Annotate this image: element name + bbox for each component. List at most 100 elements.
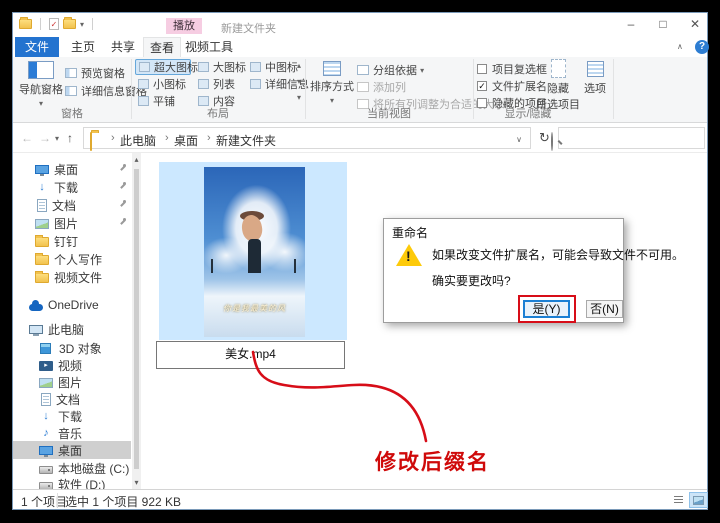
group-label-panes: 窗格 <box>15 105 129 121</box>
sidebar-item-documents-quick[interactable]: 文档 <box>13 196 131 214</box>
folder-icon[interactable] <box>63 19 76 29</box>
sidebar-item-onedrive[interactable]: OneDrive <box>13 296 131 314</box>
recent-locations-icon[interactable]: ▾ <box>55 134 59 143</box>
back-icon[interactable]: ← <box>21 131 33 145</box>
address-dropdown-icon[interactable]: ∨ <box>516 135 522 144</box>
preview-pane-button[interactable]: 预览窗格 <box>65 65 125 81</box>
ribbon: 导航窗格 ▾ 预览窗格 详细信息窗格 窗格 超大图标 大图标 中图标 小图标 列… <box>13 57 707 123</box>
desktop-icon <box>39 446 53 455</box>
annotation-highlight-box <box>518 295 576 323</box>
large-icons-icon <box>198 62 209 72</box>
rename-dialog: 重命名 如果改变文件扩展名，可能会导致文件不可用。 确实要更改吗? 是(Y) 否… <box>383 218 624 323</box>
pin-icon <box>119 183 127 191</box>
view-list[interactable]: 列表 <box>195 76 243 92</box>
sidebar-item-videos[interactable]: ▸视频 <box>13 356 131 374</box>
layout-scroll-down-icon[interactable]: ▾ <box>297 77 301 86</box>
search-icon <box>551 132 553 151</box>
3d-objects-icon <box>40 343 51 354</box>
sidebar-scrollbar[interactable]: ▴ ▾ <box>132 153 141 489</box>
search-box[interactable] <box>558 127 705 149</box>
layout-scroll-up-icon[interactable]: ▴ <box>297 61 301 70</box>
sidebar-item-downloads-quick[interactable]: ↓下载 <box>13 178 131 196</box>
group-separator <box>305 59 306 119</box>
sidebar-item-this-pc[interactable]: 此电脑 <box>13 320 131 338</box>
help-icon[interactable]: ? <box>695 40 709 54</box>
navigation-sidebar: 桌面 ↓下载 文档 图片 钉钉 个人写作 视频文件 OneDrive 此电脑 3… <box>13 153 141 489</box>
view-large-icons[interactable]: 大图标 <box>195 59 243 75</box>
sidebar-item-documents[interactable]: 文档 <box>13 390 131 408</box>
breadcrumb-new-folder[interactable]: 新建文件夹 <box>216 132 276 149</box>
sidebar-item-3d-objects[interactable]: 3D 对象 <box>13 339 131 357</box>
checkmark-doc-icon[interactable]: ✓ <box>49 18 59 30</box>
checkbox-unchecked-icon <box>477 64 487 74</box>
view-small-icons[interactable]: 小图标 <box>135 76 191 92</box>
refresh-icon[interactable]: ↻ <box>539 130 550 146</box>
warning-icon <box>396 244 422 266</box>
thumbnail-body <box>248 239 261 273</box>
up-icon[interactable]: ↑ <box>67 131 73 145</box>
breadcrumb-sep-icon: › <box>160 132 174 144</box>
video-thumbnail[interactable]: 你是我最美的风 <box>204 167 305 337</box>
options-icon <box>587 61 604 77</box>
sidebar-item-dingtalk[interactable]: 钉钉 <box>13 232 131 250</box>
pin-icon <box>119 165 127 173</box>
view-extra-large-icons[interactable]: 超大图标 <box>135 59 191 75</box>
contextual-tab-header: 播放 <box>166 18 202 34</box>
scroll-up-icon[interactable]: ▴ <box>132 155 141 164</box>
layout-more-icon[interactable]: ▾ <box>297 93 301 102</box>
selected-file-tile[interactable]: 你是我最美的风 <box>159 162 347 340</box>
details-view-icon <box>674 496 683 505</box>
sort-by-button[interactable]: 排序方式 ▾ <box>309 61 355 106</box>
maximize-button[interactable]: □ <box>651 17 675 33</box>
ribbon-collapse-icon[interactable]: ∧ <box>677 42 683 51</box>
minimize-button[interactable]: – <box>619 17 643 33</box>
breadcrumb-desktop[interactable]: 桌面 <box>174 132 198 149</box>
thumbnail-view-toggle[interactable] <box>689 492 708 508</box>
thumbnail-post <box>211 259 213 273</box>
quick-access-toolbar: ✓ ▾ <box>19 18 97 30</box>
separator <box>40 18 41 30</box>
rename-input[interactable]: 美女.mp4 <box>156 341 345 369</box>
options-button[interactable]: 选项 <box>579 61 611 96</box>
sidebar-item-music[interactable]: ♪音乐 <box>13 424 131 442</box>
sidebar-item-pictures[interactable]: 图片 <box>13 373 131 391</box>
tab-file[interactable]: 文件 <box>15 37 59 57</box>
small-icons-icon <box>138 79 149 89</box>
no-button[interactable]: 否(N) <box>586 300 623 318</box>
download-icon: ↓ <box>39 410 53 422</box>
sidebar-item-video-files[interactable]: 视频文件 <box>13 268 131 286</box>
desktop-icon <box>35 165 49 174</box>
separator <box>92 18 93 30</box>
selection-info: 选中 1 个项目 922 KB <box>65 493 181 510</box>
tab-share[interactable]: 共享 <box>105 37 141 57</box>
sidebar-item-desktop-quick[interactable]: 桌面 <box>13 160 131 178</box>
breadcrumb-this-pc[interactable]: 此电脑 <box>120 132 156 149</box>
explorer-window: ✓ ▾ 播放 新建文件夹 – □ ✕ 文件 主页 共享 查看 视频工具 ∧ ? … <box>12 12 708 510</box>
sidebar-item-pictures-quick[interactable]: 图片 <box>13 214 131 232</box>
dialog-message-line2: 确实要更改吗? <box>432 272 511 289</box>
scrollbar-thumb[interactable] <box>134 169 139 469</box>
scroll-down-icon[interactable]: ▾ <box>132 478 141 487</box>
view-medium-icons[interactable]: 中图标 <box>247 59 295 75</box>
group-separator <box>131 59 132 119</box>
close-button[interactable]: ✕ <box>683 17 707 33</box>
forward-icon[interactable]: → <box>39 131 51 145</box>
qat-dropdown-icon[interactable]: ▾ <box>80 20 84 29</box>
folder-icon[interactable] <box>19 19 32 29</box>
view-details[interactable]: 详细信息 <box>247 76 301 92</box>
navigation-pane-button[interactable]: 导航窗格 ▾ <box>19 61 63 109</box>
tab-video-tools[interactable]: 视频工具 <box>183 37 235 57</box>
music-icon: ♪ <box>39 427 53 439</box>
details-view-toggle[interactable] <box>669 492 688 508</box>
document-icon <box>37 199 47 212</box>
tab-home[interactable]: 主页 <box>65 37 101 57</box>
sidebar-item-desktop-selected[interactable]: 桌面 <box>13 441 131 459</box>
tab-view[interactable]: 查看 <box>143 37 181 57</box>
sidebar-item-downloads[interactable]: ↓下载 <box>13 407 131 425</box>
folder-icon <box>35 255 49 265</box>
sidebar-item-personal-writing[interactable]: 个人写作 <box>13 250 131 268</box>
folder-icon <box>35 237 49 247</box>
group-by-button[interactable]: 分组依据 ▾ <box>357 62 424 78</box>
breadcrumb-bar[interactable]: › 此电脑 › 桌面 › 新建文件夹 ∨ <box>83 127 531 149</box>
address-bar: ← → ▾ ↑ › 此电脑 › 桌面 › 新建文件夹 ∨ ↻ <box>13 123 707 153</box>
